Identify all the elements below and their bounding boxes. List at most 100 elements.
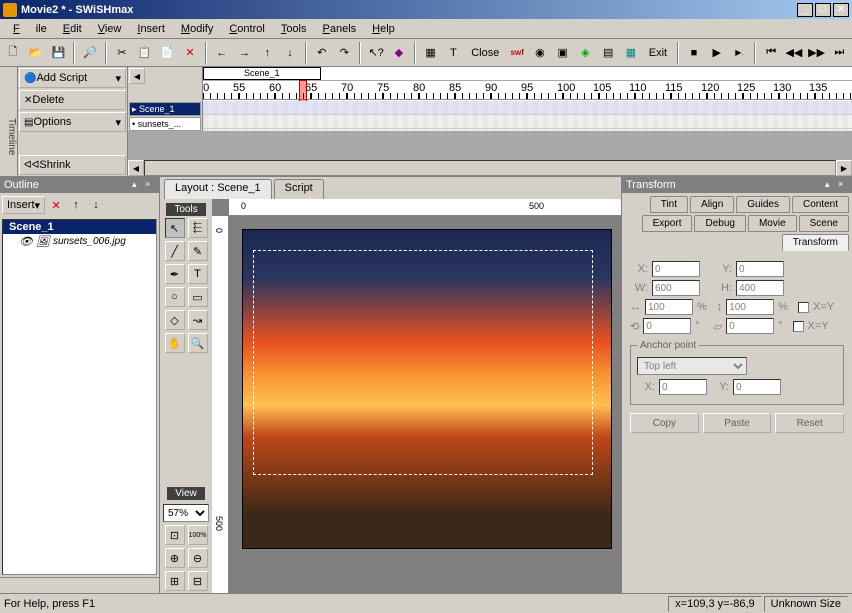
zoom-in-button[interactable]: ⊕: [165, 548, 185, 568]
outline-item[interactable]: 👁🖼 sunsets_006.jpg: [3, 234, 156, 249]
motion-tool[interactable]: ↝: [188, 310, 208, 330]
cut-button[interactable]: ✂: [111, 42, 133, 64]
effect2-button[interactable]: ▣: [552, 42, 574, 64]
panel-collapse-icon[interactable]: ▴: [132, 180, 142, 190]
pencil-tool[interactable]: ✎: [188, 241, 208, 261]
pen-tool[interactable]: ✒: [165, 264, 185, 284]
delete-script-button[interactable]: ✕Delete: [19, 90, 126, 110]
find-button[interactable]: 🔎: [79, 42, 101, 64]
undo-button[interactable]: ↶: [311, 42, 333, 64]
close-button[interactable]: ×: [833, 3, 849, 17]
panel-collapse-icon[interactable]: ▴: [825, 180, 835, 190]
pointer-button[interactable]: ↖?: [365, 42, 387, 64]
selection-box[interactable]: [253, 250, 593, 475]
maximize-button[interactable]: □: [815, 3, 831, 17]
xy-lock2-checkbox[interactable]: [793, 321, 804, 332]
zoom-100-button[interactable]: 100%: [188, 525, 208, 545]
effect1-button[interactable]: ◉: [529, 42, 551, 64]
x-input[interactable]: [652, 261, 700, 277]
hand-tool[interactable]: ✋: [165, 333, 185, 353]
h-input[interactable]: [736, 280, 784, 296]
anchor-y-input[interactable]: [733, 379, 781, 395]
nav-back-button[interactable]: ←: [211, 42, 233, 64]
paste-button[interactable]: 📄: [156, 42, 178, 64]
tab-export[interactable]: Export: [642, 215, 693, 232]
outline-delete-button[interactable]: ✕: [47, 196, 65, 214]
copy-button[interactable]: Copy: [630, 413, 699, 433]
skew-input[interactable]: [726, 318, 774, 334]
menu-tools[interactable]: Tools: [273, 21, 315, 37]
effect5-button[interactable]: ▦: [620, 42, 642, 64]
ellipse-tool[interactable]: ○: [165, 287, 185, 307]
snap-button[interactable]: ⊟: [188, 571, 208, 591]
outline-tree[interactable]: Scene_1👁🖼 sunsets_006.jpg: [2, 219, 157, 575]
menu-edit[interactable]: Edit: [55, 21, 90, 37]
delete-button[interactable]: ✕: [179, 42, 201, 64]
minimize-button[interactable]: _: [797, 3, 813, 17]
w-input[interactable]: [652, 280, 700, 296]
copy-button[interactable]: 📋: [134, 42, 156, 64]
anchor-select[interactable]: Top left: [637, 357, 747, 375]
add-script-button[interactable]: 🔵Add Script▾: [19, 68, 126, 88]
timeline-scrollbar[interactable]: [144, 160, 836, 176]
zoom-out-button[interactable]: ⊖: [188, 548, 208, 568]
menu-help[interactable]: Help: [364, 21, 403, 37]
effect4-button[interactable]: ▤: [597, 42, 619, 64]
nav-up-button[interactable]: ↑: [256, 42, 278, 64]
timeline-row-label[interactable]: • sunsets_...: [129, 117, 201, 131]
select-tool[interactable]: ↖: [165, 218, 185, 238]
step-fwd-button[interactable]: ▶▶: [806, 42, 828, 64]
exit-button[interactable]: Exit: [643, 42, 673, 64]
zoom-tool[interactable]: 🔍: [188, 333, 208, 353]
nav-down-button[interactable]: ↓: [279, 42, 301, 64]
end-button[interactable]: ⏭: [829, 42, 851, 64]
help-button[interactable]: ◆: [388, 42, 410, 64]
effect3-button[interactable]: ◈: [575, 42, 597, 64]
timeline-scroll-right[interactable]: ▶: [836, 160, 852, 176]
outline-scrollbar[interactable]: [0, 577, 159, 593]
timeline-left-scroll[interactable]: ◀: [129, 68, 145, 84]
redo-button[interactable]: ↷: [334, 42, 356, 64]
tab-scene[interactable]: Scene: [799, 215, 849, 232]
step-back-button[interactable]: ◀◀: [783, 42, 805, 64]
swf-icon[interactable]: swf: [506, 42, 528, 64]
insert-frame-button[interactable]: ▦: [420, 42, 442, 64]
outline-down-button[interactable]: ↓: [87, 196, 105, 214]
rect-tool[interactable]: ▭: [188, 287, 208, 307]
shrink-button[interactable]: ᐊᐊ Shrink: [19, 155, 126, 175]
timeline-options-button[interactable]: ▤Options▾: [19, 112, 126, 132]
canvas-area[interactable]: 0 500 0 500: [212, 199, 621, 593]
tab-script[interactable]: Script: [274, 179, 324, 199]
scalex-input[interactable]: [645, 299, 693, 315]
outline-item[interactable]: Scene_1: [3, 220, 156, 234]
timeline-scroll-left[interactable]: ◀: [128, 160, 144, 176]
text-tool-button[interactable]: T: [442, 42, 464, 64]
rewind-button[interactable]: ⏮: [760, 42, 782, 64]
tab-transform[interactable]: Transform: [782, 234, 849, 251]
playhead-marker[interactable]: [299, 80, 307, 101]
panel-close-icon[interactable]: ×: [145, 180, 155, 190]
autoshape-tool[interactable]: ◇: [165, 310, 185, 330]
nav-fwd-button[interactable]: →: [234, 42, 256, 64]
play-button[interactable]: ▶: [706, 42, 728, 64]
menu-view[interactable]: View: [90, 21, 130, 37]
y-input[interactable]: [736, 261, 784, 277]
reset-button[interactable]: Reset: [775, 413, 844, 433]
timeline-row-label[interactable]: ▸ Scene_1: [129, 102, 201, 116]
open-button[interactable]: 📂: [25, 42, 47, 64]
timeline-track[interactable]: [203, 115, 852, 129]
panel-close-icon[interactable]: ×: [838, 180, 848, 190]
play-scene-button[interactable]: ▶.: [729, 42, 751, 64]
close-file-button[interactable]: Close: [465, 42, 505, 64]
menu-insert[interactable]: Insert: [129, 21, 173, 37]
line-tool[interactable]: ╱: [165, 241, 185, 261]
tab-movie[interactable]: Movie: [748, 215, 797, 232]
tab-content[interactable]: Content: [792, 196, 849, 213]
tab-align[interactable]: Align: [690, 196, 734, 213]
tab-layout[interactable]: Layout : Scene_1: [164, 179, 272, 199]
timeline-side-tab[interactable]: Timeline: [0, 67, 18, 176]
menu-control[interactable]: Control: [221, 21, 272, 37]
new-button[interactable]: 🗋: [2, 42, 24, 64]
xy-lock-checkbox[interactable]: [798, 302, 809, 313]
tab-tint[interactable]: Tint: [650, 196, 688, 213]
